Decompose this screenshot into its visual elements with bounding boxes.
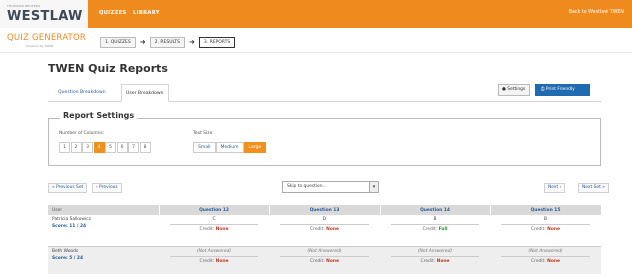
header-question[interactable]: Question 12 [159, 205, 270, 215]
credit-value: None [436, 258, 450, 264]
answer-cell: (Not Answered) Credit: None [490, 245, 601, 274]
credit-line: Credit: None [199, 258, 229, 264]
print-icon: ⎙ [541, 87, 545, 92]
print-label: Print Friendly [545, 87, 575, 92]
previous-button[interactable]: ‹ Previous [92, 183, 122, 193]
user-breakdown-table: User Question 12 Question 13 Question 14… [48, 205, 602, 274]
step-quizzes[interactable]: 1. QUIZZES [100, 37, 136, 48]
wizard-steps: 1. QUIZZES ➜ 2. RESULTS ➜ 3. REPORTS [100, 37, 236, 48]
tab-question-breakdown[interactable]: Question Breakdown [54, 84, 110, 102]
credit-line: Credit: None [199, 227, 229, 232]
answer-cell: B Credit: Full [380, 215, 490, 246]
answer-value: C [170, 217, 258, 225]
settings-label: Settings [507, 87, 526, 92]
answer-value: (Not Answered) [170, 249, 258, 257]
user-name: Beth Woods [52, 248, 79, 254]
credit-value: None [547, 258, 560, 264]
header-question[interactable]: Question 13 [269, 205, 381, 215]
answer-cell: C Credit: None [159, 215, 269, 246]
tab-user-breakdown[interactable]: User Breakdown [121, 84, 169, 102]
answer-value: (Not Answered) [391, 249, 479, 257]
answer-cell: (Not Answered) Credit: None [269, 245, 380, 274]
column-option-7[interactable]: 7 [128, 142, 139, 153]
user-cell: Patricia Salkowicz Score: 11 / 24 [48, 215, 159, 246]
nav-library[interactable]: LIBRARY [133, 10, 160, 16]
column-option-6[interactable]: 6 [116, 142, 128, 153]
next-set-button[interactable]: Next Set » [578, 183, 609, 193]
print-friendly-button[interactable]: ⎙ Print Friendly [535, 84, 590, 96]
credit-value: None [326, 258, 339, 264]
quiz-generator-title: QUIZ GENERATOR [7, 33, 86, 43]
text-size-label: Text Size: [193, 131, 214, 136]
column-option-5[interactable]: 5 [105, 142, 116, 153]
answer-cell: (Not Answered) Credit: None [380, 245, 490, 274]
column-option-4[interactable]: 4 [93, 142, 105, 153]
top-bar: THOMSON REUTERS WESTLAW QUIZZES LIBRARY … [0, 0, 632, 28]
column-option-2[interactable]: 2 [70, 142, 82, 153]
settings-button[interactable]: ● Settings [498, 84, 530, 96]
answer-value: D [280, 217, 369, 225]
credit-value: None [215, 258, 229, 264]
text-size-small[interactable]: Small [193, 142, 216, 153]
column-option-1[interactable]: 1 [59, 142, 70, 153]
answer-cell: D Credit: None [269, 215, 380, 246]
arrow-right-icon: ➜ [188, 38, 195, 46]
answer-cell: (Not Answered) Credit: None [159, 245, 269, 274]
sub-bar: QUIZ GENERATOR Powered by TWEN 1. QUIZZE… [0, 28, 632, 53]
credit-value: None [215, 227, 229, 232]
answer-value: B [501, 217, 590, 225]
user-score: Score: 11 / 24 [52, 224, 87, 229]
column-option-8[interactable]: 8 [139, 142, 151, 153]
table-row: Patricia Salkowicz Score: 11 / 24 C Cred… [48, 215, 601, 246]
back-to-twen-link[interactable]: Back to Westlaw TWEN [569, 10, 624, 15]
gear-icon: ● [502, 87, 506, 92]
westlaw-logo[interactable]: THOMSON REUTERS WESTLAW [0, 0, 88, 28]
table-header-row: User Question 12 Question 13 Question 14… [48, 205, 602, 215]
credit-line: Credit: None [531, 227, 560, 232]
credit-line: Credit: None [310, 227, 339, 232]
text-size-selector: Small Medium Large [193, 142, 267, 153]
text-size-medium[interactable]: Medium [215, 142, 244, 153]
answer-value: (Not Answered) [501, 249, 590, 257]
answer-cell: B Credit: None [490, 215, 601, 246]
credit-line: Credit: None [531, 258, 560, 264]
previous-set-button[interactable]: « Previous Set [48, 183, 88, 193]
header-user: User [48, 205, 160, 215]
columns-selector: 1 2 3 4 5 6 7 8 [59, 142, 151, 153]
report-settings-legend: Report Settings [60, 111, 138, 120]
step-reports[interactable]: 3. REPORTS [198, 37, 236, 48]
answer-value: (Not Answered) [280, 249, 369, 257]
credit-value: None [547, 227, 560, 232]
column-option-3[interactable]: 3 [82, 142, 93, 153]
step-results[interactable]: 2. RESULTS [149, 37, 185, 48]
user-score: Score: 5 / 24 [52, 255, 84, 261]
quiz-generator-subtitle: Powered by TWEN [26, 44, 54, 48]
credit-value: Full [438, 227, 448, 232]
text-size-large[interactable]: Large [243, 142, 267, 153]
table-row: Beth Woods Score: 5 / 24 (Not Answered) … [48, 245, 601, 274]
logo-subtitle: THOMSON REUTERS [7, 4, 41, 8]
credit-line: Credit: None [310, 258, 339, 264]
credit-line: Credit: Full [422, 227, 448, 232]
credit-value: None [326, 227, 339, 232]
arrow-right-icon: ➜ [139, 38, 146, 46]
skip-to-question-select[interactable]: Skip to question... ▾ [282, 181, 379, 193]
header-question[interactable]: Question 14 [380, 205, 491, 215]
user-cell: Beth Woods Score: 5 / 24 [48, 245, 159, 274]
columns-label: Number of Columns: [59, 131, 105, 136]
credit-line: Credit: None [420, 258, 450, 264]
nav-quizzes[interactable]: QUIZZES [99, 10, 126, 16]
logo-text: WESTLAW [7, 9, 83, 24]
user-name: Patricia Salkowicz [52, 217, 91, 222]
dropdown-arrow-icon: ▾ [369, 182, 378, 192]
next-button[interactable]: Next › [544, 183, 566, 193]
answer-value: B [391, 217, 479, 225]
header-question[interactable]: Question 15 [490, 205, 602, 215]
page-title: TWEN Quiz Reports [48, 62, 168, 75]
skip-to-question-value: Skip to question... [287, 184, 327, 189]
